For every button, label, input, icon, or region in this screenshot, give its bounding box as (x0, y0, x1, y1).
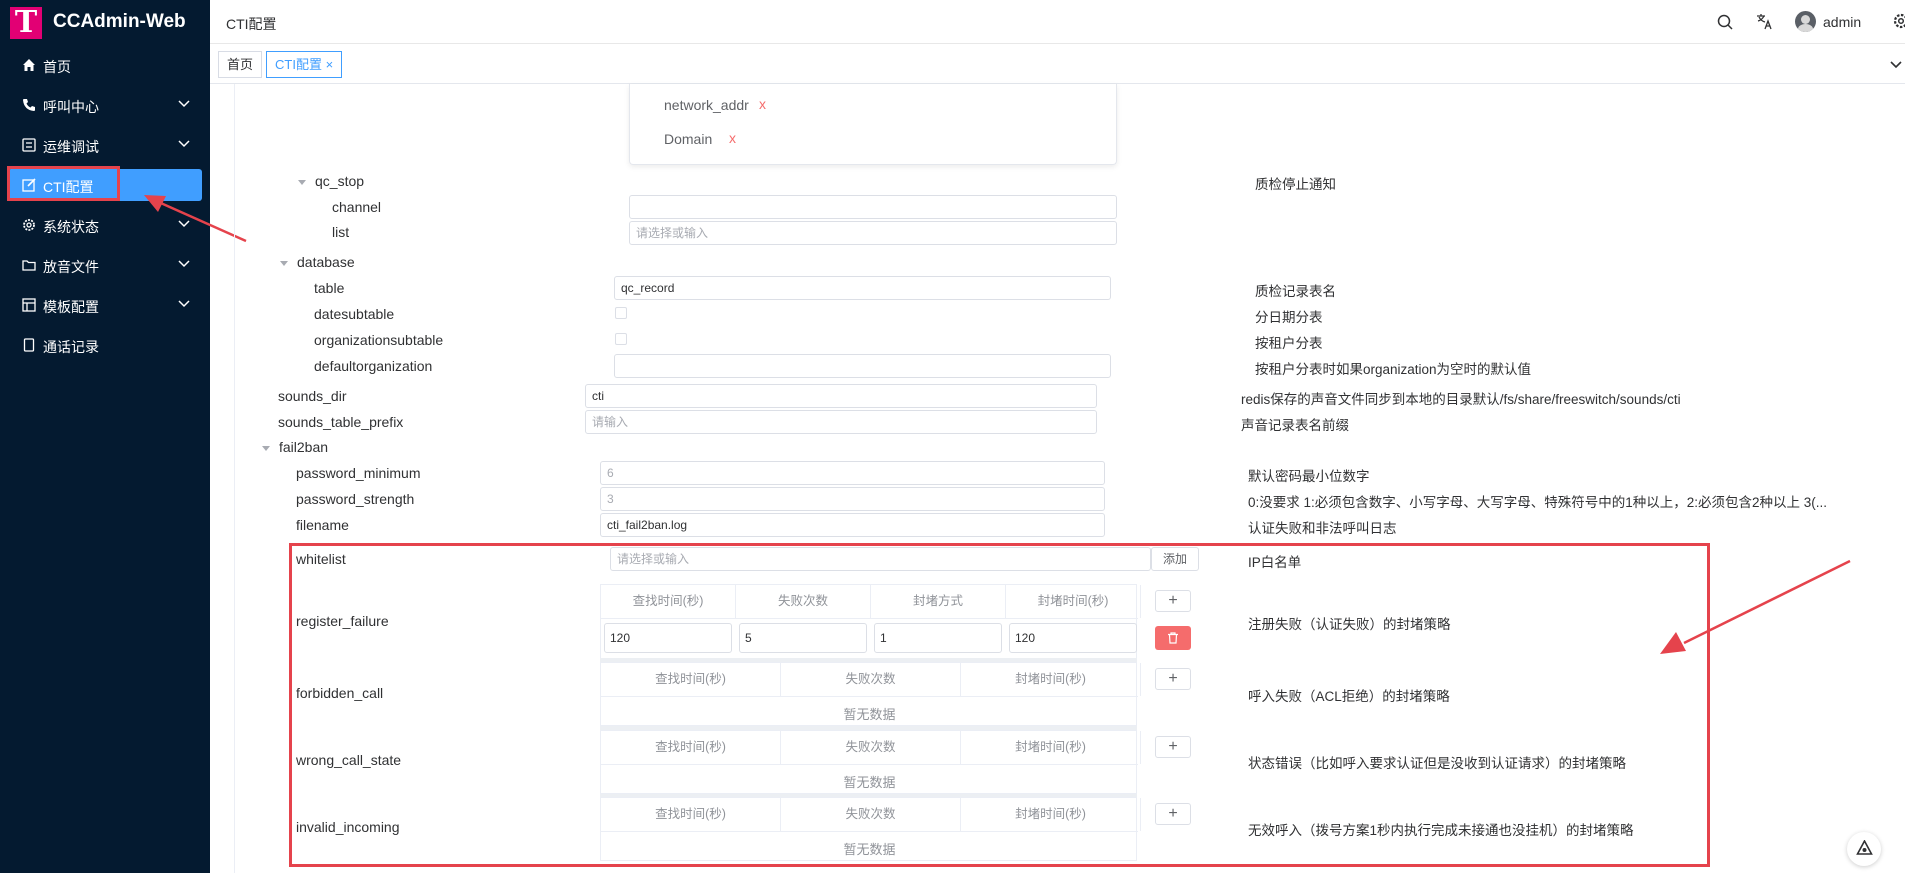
collapse-icon[interactable] (298, 180, 306, 185)
record-icon (23, 338, 35, 352)
top-bar: CTI配置 admin (210, 0, 1905, 44)
sidebar: T CCAdmin-Web 首页 呼叫中心 运维调试 CTI配置 系统状态 放音… (0, 0, 210, 873)
channel-input[interactable] (629, 195, 1117, 219)
username[interactable]: admin (1823, 14, 1861, 30)
field-label-organizationsubtable: organizationsubtable (314, 332, 444, 348)
sounds-table-prefix-input[interactable]: 请输入 (585, 410, 1097, 434)
field-label-password-minimum: password_minimum (296, 465, 421, 481)
sidebar-item-ops-debug[interactable]: 运维调试 (0, 127, 210, 163)
breadcrumb: CTI配置 (226, 16, 277, 32)
phone-icon (23, 99, 35, 111)
list-item: Domain (664, 131, 713, 147)
annotation-box (7, 166, 120, 201)
sidebar-item-audio-files[interactable]: 放音文件 (0, 247, 210, 283)
chevron-down-icon (178, 300, 190, 308)
chevron-down-icon (178, 260, 190, 268)
organizationsubtable-checkbox[interactable] (615, 333, 627, 345)
tab-cti-config[interactable]: CTI配置 × (266, 51, 343, 78)
field-label-filename: filename (296, 517, 349, 533)
field-desc: 默认密码最小位数字 (1248, 469, 1370, 484)
sidebar-item-label: 放音文件 (43, 259, 99, 275)
field-label-password-strength: password_strength (296, 491, 415, 507)
tab-close-icon[interactable]: × (326, 57, 334, 72)
debug-icon (22, 138, 36, 152)
sidebar-item-label: 通话记录 (43, 339, 99, 355)
table-input[interactable]: qc_record (614, 276, 1111, 300)
collapse-icon[interactable] (280, 261, 288, 266)
sidebar-item-home[interactable]: 首页 (0, 47, 210, 83)
field-label-defaultorganization: defaultorganization (314, 358, 433, 374)
search-icon[interactable] (1717, 14, 1733, 30)
field-label-qc-stop: qc_stop (315, 173, 365, 189)
field-label-list: list (332, 224, 350, 240)
collapse-icon[interactable] (262, 446, 270, 451)
remove-item-button[interactable]: x (759, 96, 766, 112)
settings-icon[interactable] (1893, 13, 1905, 29)
password-strength-input[interactable]: 3 (600, 487, 1105, 511)
field-desc: 0:没要求 1:必须包含数字、小写字母、大写字母、特殊符号中的1种以上，2:必须… (1248, 495, 1828, 510)
field-desc: 质检停止通知 (1255, 177, 1336, 192)
field-label-fail2ban: fail2ban (279, 439, 329, 455)
chevron-down-icon (178, 140, 190, 148)
folder-icon (22, 260, 36, 271)
field-label-database: database (297, 254, 355, 270)
list-select-input[interactable]: 请选择或输入 (629, 221, 1117, 245)
field-desc: 质检记录表名 (1255, 284, 1336, 299)
password-minimum-input[interactable]: 6 (600, 461, 1105, 485)
field-label-table: table (314, 280, 345, 296)
sidebar-item-label: 系统状态 (43, 219, 99, 235)
tab-home[interactable]: 首页 (218, 51, 263, 78)
ai-assistant-icon (1856, 840, 1873, 855)
tab-label: 首页 (227, 57, 254, 72)
sidebar-item-call-center[interactable]: 呼叫中心 (0, 87, 210, 123)
sidebar-item-label: 呼叫中心 (43, 99, 99, 115)
field-label-sounds-table-prefix: sounds_table_prefix (278, 414, 404, 430)
sidebar-item-template-config[interactable]: 模板配置 (0, 287, 210, 323)
field-label-datesubtable: datesubtable (314, 306, 395, 322)
field-label-sounds-dir: sounds_dir (278, 388, 347, 404)
main-content: network_addr x Domain x qc_stop 质检停止通知 c… (234, 84, 1905, 873)
avatar[interactable] (1795, 11, 1816, 32)
float-help-button[interactable] (1847, 832, 1881, 866)
sidebar-item-label: 运维调试 (43, 139, 99, 155)
gear-icon (23, 219, 35, 231)
logo: T (10, 7, 42, 39)
home-icon (23, 59, 35, 71)
field-desc: 认证失败和非法呼叫日志 (1248, 521, 1397, 536)
selected-list: network_addr x Domain x (629, 84, 1117, 165)
field-desc: 按租户分表 (1255, 336, 1323, 351)
sidebar-item-label: 模板配置 (43, 299, 99, 315)
translate-icon[interactable] (1756, 13, 1773, 30)
sidebar-item-call-records[interactable]: 通话记录 (0, 327, 210, 363)
chevron-down-icon (178, 100, 190, 108)
filename-input[interactable]: cti_fail2ban.log (600, 513, 1105, 537)
remove-item-button[interactable]: x (729, 130, 736, 146)
list-item: network_addr (664, 97, 749, 113)
tab-label: CTI配置 (275, 57, 322, 72)
field-desc: redis保存的声音文件同步到本地的目录默认/fs/share/freeswit… (1241, 392, 1681, 407)
datesubtable-checkbox[interactable] (615, 307, 627, 319)
field-desc: 分日期分表 (1255, 310, 1323, 325)
annotation-arrow (1660, 559, 1851, 654)
tab-bar: 首页 CTI配置 × (210, 46, 1905, 84)
app-title: CCAdmin-Web (53, 11, 186, 32)
chevron-down-icon[interactable] (1890, 58, 1902, 70)
defaultorganization-input[interactable] (614, 354, 1111, 378)
field-desc: 按租户分表时如果organization为空时的默认值 (1255, 362, 1532, 377)
field-label-channel: channel (332, 199, 382, 215)
sidebar-item-label: 首页 (43, 59, 71, 75)
field-desc: 声音记录表名前缀 (1241, 418, 1349, 433)
template-icon (22, 298, 36, 312)
sounds-dir-input[interactable]: cti (585, 384, 1097, 408)
annotation-box (289, 543, 1710, 867)
